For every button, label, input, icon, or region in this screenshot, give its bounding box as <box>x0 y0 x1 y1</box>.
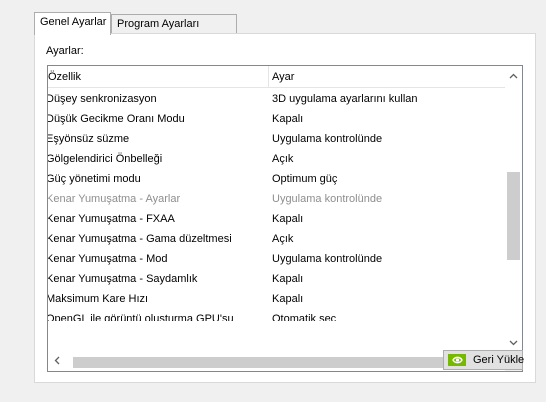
column-divider[interactable] <box>268 66 269 88</box>
list-item[interactable]: OpenGL ile görüntü oluşturma GPU'su Otoma… <box>48 309 506 321</box>
setting-value: 3D uygulama ayarlarını kullan <box>272 93 418 105</box>
setting-value: Açık <box>272 153 294 165</box>
feature-name: Kenar Yumuşatma - Mod <box>48 253 168 265</box>
list-item[interactable]: Eşyönsüz süzme Uygulama kontrolünde <box>48 129 506 149</box>
list-header: Özellik Ayar <box>48 66 506 88</box>
feature-name: Güç yönetimi modu <box>48 173 141 185</box>
setting-value: Kapalı <box>272 113 304 125</box>
feature-name: Maksimum Kare Hızı <box>48 293 149 305</box>
column-header-setting[interactable]: Ayar <box>272 66 502 88</box>
setting-value: Uygulama kontrolünde <box>272 193 383 205</box>
list-item[interactable]: Kenar Yumuşatma - Ayarlar Uygulama kontro… <box>48 189 506 209</box>
column-header-feature[interactable]: Özellik <box>48 66 268 88</box>
feature-name: OpenGL ile görüntü oluşturma GPU'su <box>48 313 234 321</box>
setting-value: Optimum güç <box>272 173 338 185</box>
feature-name: Kenar Yumuşatma - Gama düzeltmesi <box>48 233 232 245</box>
feature-name: Eşyönsüz süzme <box>48 133 130 145</box>
list-item[interactable]: Kenar Yumuşatma - Gama düzeltmesi Açık <box>48 229 506 249</box>
feature-name: Gölgelendirici Önbelleği <box>48 153 163 165</box>
vertical-scroll-thumb[interactable] <box>507 172 520 260</box>
list-item[interactable]: Kenar Yumuşatma - FXAA Kapalı <box>48 209 506 229</box>
chevron-left-icon[interactable] <box>48 354 65 371</box>
vertical-scrollbar[interactable] <box>505 66 522 354</box>
list-item[interactable]: Maksimum Kare Hızı Kapalı <box>48 289 506 309</box>
list-item[interactable]: Kenar Yumuşatma - Mod Uygulama kontrolünd… <box>48 249 506 269</box>
nvidia-logo-icon <box>448 354 466 366</box>
feature-name: Kenar Yumuşatma - FXAA <box>48 213 175 225</box>
setting-value: Otomatik seç <box>272 313 337 321</box>
settings-label: Ayarlar: <box>46 45 84 57</box>
feature-name: Düşük Gecikme Oranı Modu <box>48 113 185 125</box>
setting-value: Kapalı <box>272 293 304 305</box>
reset-button-label: Geri Yükle <box>473 354 525 366</box>
feature-name: Kenar Yumuşatma - Saydamlık <box>48 273 198 285</box>
list-item[interactable]: Gölgelendirici Önbelleği Açık <box>48 149 506 169</box>
feature-name: Kenar Yumuşatma - Ayarlar <box>48 193 181 205</box>
settings-list[interactable]: Özellik Ayar Düşey senkronizasyon 3D uygu… <box>47 65 523 372</box>
setting-value: Kapalı <box>272 213 304 225</box>
setting-value: Uygulama kontrolünde <box>272 253 383 265</box>
horizontal-scrollbar[interactable] <box>48 354 506 371</box>
setting-value: Kapalı <box>272 273 304 285</box>
chevron-up-icon[interactable] <box>505 68 522 85</box>
list-rows: Düşey senkronizasyon 3D uygulama ayarları… <box>48 89 506 321</box>
tab-strip: Genel Ayarlar Program Ayarları <box>34 12 534 35</box>
list-item[interactable]: Kenar Yumuşatma - Saydamlık Kapalı <box>48 269 506 289</box>
list-item[interactable]: Düşey senkronizasyon 3D uygulama ayarları… <box>48 89 506 109</box>
settings-panel: Ayarlar: Özellik Ayar Düşey senkronizasy… <box>34 33 536 383</box>
tab-program-settings[interactable]: Program Ayarları <box>111 14 237 34</box>
reset-button[interactable]: Geri Yükle <box>443 350 525 370</box>
setting-value: Uygulama kontrolünde <box>272 133 383 145</box>
list-item[interactable]: Güç yönetimi modu Optimum güç <box>48 169 506 189</box>
feature-name: Düşey senkronizasyon <box>48 93 157 105</box>
tab-general-settings[interactable]: Genel Ayarlar <box>34 12 111 35</box>
list-item[interactable]: Düşük Gecikme Oranı Modu Kapalı <box>48 109 506 129</box>
horizontal-scroll-thumb[interactable] <box>73 357 477 368</box>
setting-value: Açık <box>272 233 294 245</box>
